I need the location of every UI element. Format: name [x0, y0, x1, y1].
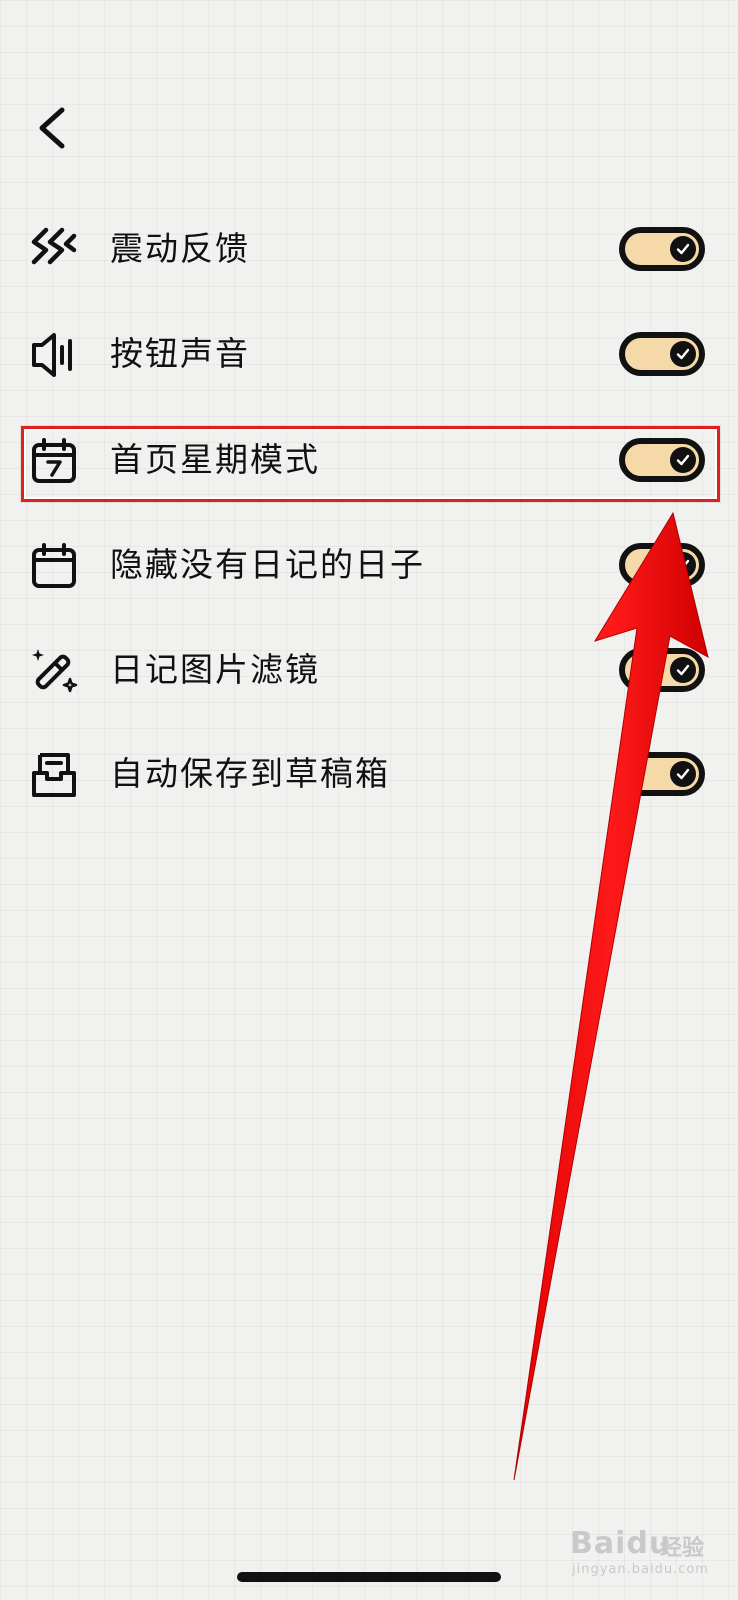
check-icon	[670, 341, 696, 367]
magic-wand-icon	[30, 647, 78, 695]
check-icon	[670, 657, 696, 683]
home-indicator[interactable]	[237, 1572, 501, 1582]
setting-row-hide-empty-days: 隐藏没有日记的日子	[0, 512, 738, 618]
check-icon	[670, 236, 696, 262]
toggle-auto-save-draft[interactable]	[619, 752, 705, 796]
watermark-brand: Baidu	[570, 1526, 672, 1561]
chevron-left-icon	[39, 107, 65, 149]
watermark: Baidu 经验 jingyan.baidu.com	[570, 1522, 730, 1578]
toggle-image-filter[interactable]	[619, 648, 705, 692]
watermark-brand-cn: 经验	[660, 1536, 705, 1561]
setting-label-button-sound: 按钮声音	[110, 334, 250, 373]
setting-row-button-sound: 按钮声音	[0, 301, 738, 407]
toggle-hide-empty-days[interactable]	[619, 543, 705, 587]
check-icon	[670, 761, 696, 787]
watermark-url: jingyan.baidu.com	[572, 1562, 709, 1577]
toggle-button-sound[interactable]	[619, 332, 705, 376]
setting-label-vibration: 震动反馈	[110, 229, 250, 268]
check-icon	[670, 552, 696, 578]
back-button[interactable]	[30, 100, 80, 160]
setting-label-auto-save-draft: 自动保存到草稿箱	[110, 754, 390, 793]
setting-label-image-filter: 日记图片滤镜	[110, 650, 320, 689]
setting-row-vibration: 震动反馈	[0, 196, 738, 302]
setting-row-auto-save-draft: 自动保存到草稿箱	[0, 721, 738, 827]
vibration-icon	[30, 226, 78, 274]
calendar-icon	[30, 542, 78, 590]
setting-label-hide-empty-days: 隐藏没有日记的日子	[110, 545, 425, 584]
setting-row-image-filter: 日记图片滤镜	[0, 617, 738, 723]
speaker-icon	[30, 331, 78, 379]
annotation-highlight-box	[21, 426, 720, 502]
toggle-vibration[interactable]	[619, 227, 705, 271]
inbox-tray-icon	[30, 751, 78, 799]
